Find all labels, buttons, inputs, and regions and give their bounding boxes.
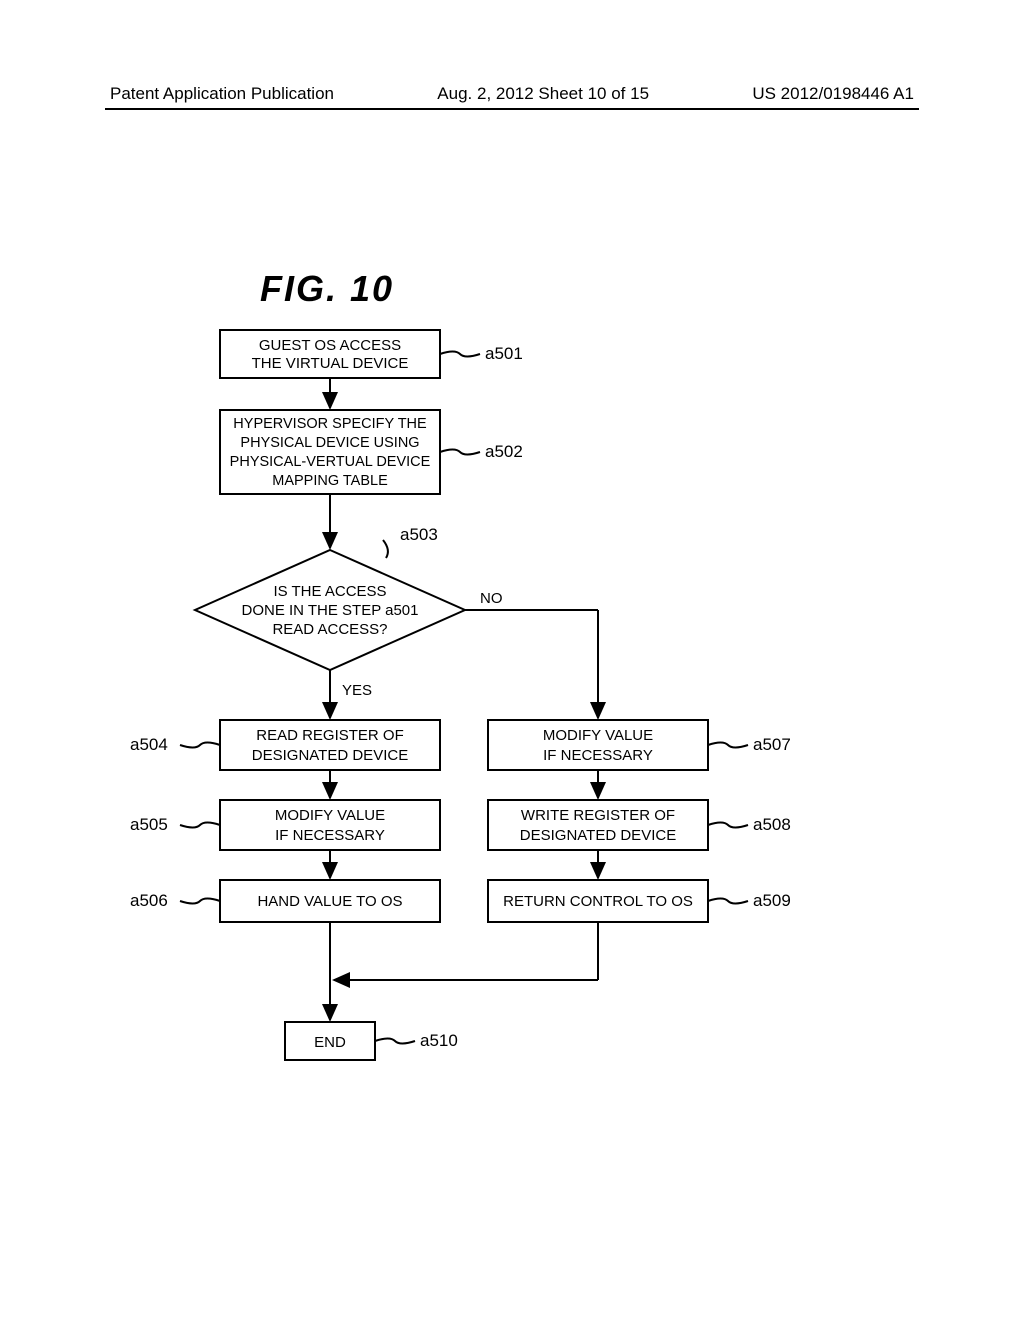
step-a501-line1: GUEST OS ACCESS <box>259 337 401 354</box>
label-a507: a507 <box>753 735 791 754</box>
label-a505: a505 <box>130 815 168 834</box>
figure-title: FIG. 10 <box>260 268 394 310</box>
step-a502: HYPERVISOR SPECIFY THE PHYSICAL DEVICE U… <box>220 410 440 494</box>
label-a506: a506 <box>130 891 168 910</box>
step-a505-line1: MODIFY VALUE <box>275 807 385 824</box>
label-a508: a508 <box>753 815 791 834</box>
step-a502-line1: HYPERVISOR SPECIFY THE <box>233 416 427 432</box>
header-center: Aug. 2, 2012 Sheet 10 of 15 <box>437 84 649 104</box>
step-a501: GUEST OS ACCESS THE VIRTUAL DEVICE <box>220 330 440 378</box>
header-rule <box>105 108 919 110</box>
step-a502-line4: MAPPING TABLE <box>272 473 388 489</box>
step-a508-line2: DESIGNATED DEVICE <box>520 827 676 844</box>
label-a502: a502 <box>485 442 523 461</box>
label-a509: a509 <box>753 891 791 910</box>
step-a506-line1: HAND VALUE TO OS <box>257 893 402 910</box>
decision-a503-line2: DONE IN THE STEP a501 <box>241 602 418 619</box>
decision-a503-line3: READ ACCESS? <box>272 621 387 638</box>
step-a507-line2: IF NECESSARY <box>543 747 653 764</box>
step-a508-line1: WRITE REGISTER OF <box>521 807 675 824</box>
step-a510-line1: END <box>314 1034 346 1051</box>
label-a504: a504 <box>130 735 168 754</box>
step-a506: HAND VALUE TO OS <box>220 880 440 922</box>
step-a504-line1: READ REGISTER OF <box>256 727 404 744</box>
flowchart: GUEST OS ACCESS THE VIRTUAL DEVICE a501 … <box>120 320 900 1090</box>
step-a507-line1: MODIFY VALUE <box>543 727 653 744</box>
step-a501-line2: THE VIRTUAL DEVICE <box>252 355 409 372</box>
step-a510: END <box>285 1022 375 1060</box>
step-a502-line2: PHYSICAL DEVICE USING <box>240 435 419 451</box>
branch-yes: YES <box>342 682 372 699</box>
step-a509: RETURN CONTROL TO OS <box>488 880 708 922</box>
label-a501: a501 <box>485 344 523 363</box>
decision-a503-line1: IS THE ACCESS <box>273 583 386 600</box>
decision-a503: IS THE ACCESS DONE IN THE STEP a501 READ… <box>195 550 465 670</box>
step-a507: MODIFY VALUE IF NECESSARY <box>488 720 708 770</box>
step-a508: WRITE REGISTER OF DESIGNATED DEVICE <box>488 800 708 850</box>
header-left: Patent Application Publication <box>110 84 334 104</box>
step-a505: MODIFY VALUE IF NECESSARY <box>220 800 440 850</box>
page: Patent Application Publication Aug. 2, 2… <box>0 0 1024 1320</box>
branch-no: NO <box>480 590 503 607</box>
step-a502-line3: PHYSICAL-VERTUAL DEVICE <box>230 454 431 470</box>
step-a504: READ REGISTER OF DESIGNATED DEVICE <box>220 720 440 770</box>
page-header: Patent Application Publication Aug. 2, 2… <box>0 84 1024 104</box>
step-a504-line2: DESIGNATED DEVICE <box>252 747 408 764</box>
header-right: US 2012/0198446 A1 <box>752 84 914 104</box>
label-a510: a510 <box>420 1031 458 1050</box>
step-a509-line1: RETURN CONTROL TO OS <box>503 893 693 910</box>
label-a503: a503 <box>400 525 438 544</box>
step-a505-line2: IF NECESSARY <box>275 827 385 844</box>
